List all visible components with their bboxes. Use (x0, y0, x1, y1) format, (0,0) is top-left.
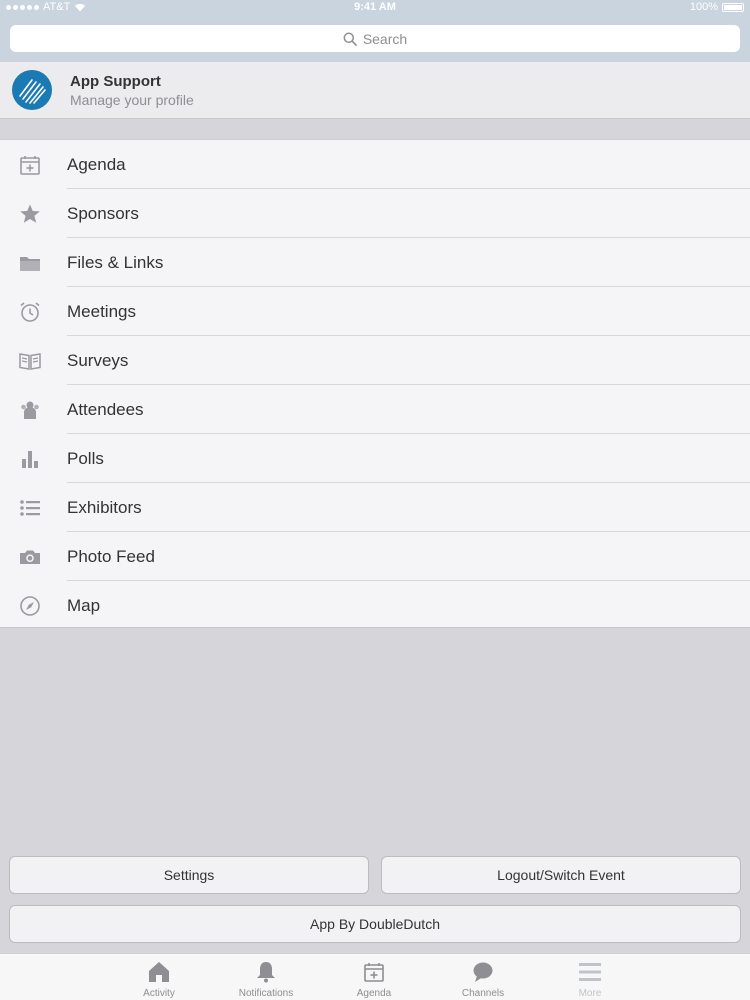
tab-more[interactable]: More (535, 954, 645, 1000)
menu-item-label: Files & Links (67, 253, 164, 272)
profile-subtitle: Manage your profile (70, 92, 194, 108)
app-by-doubledutch-button[interactable]: App By DoubleDutch (9, 905, 741, 943)
menu-item-label: Exhibitors (67, 498, 142, 517)
tab-label: Activity (143, 988, 175, 999)
alarm-clock-icon (20, 302, 40, 322)
search-bar: Search (0, 16, 750, 62)
tab-activity[interactable]: Activity (104, 954, 214, 1000)
list-icon (20, 500, 40, 516)
menu-lines-icon (579, 963, 601, 981)
menu-item-label: Meetings (67, 302, 136, 321)
menu-item-agenda[interactable]: Agenda (0, 140, 750, 189)
status-time: 9:41 AM (354, 1, 396, 13)
search-icon (343, 32, 357, 46)
doubledutch-logo-icon (19, 79, 46, 104)
menu-item-label: Surveys (67, 351, 129, 370)
logout-switch-event-button[interactable]: Logout/Switch Event (381, 856, 741, 894)
menu-item-label: Agenda (67, 155, 126, 174)
calendar-icon (364, 963, 384, 982)
menu-item-attendees[interactable]: Attendees (0, 385, 750, 434)
profile-row[interactable]: App Support Manage your profile (0, 62, 750, 119)
tab-agenda[interactable]: Agenda (319, 954, 429, 1000)
tab-label: Channels (461, 988, 505, 999)
main-menu: Agenda Sponsors Files & Links Meetings S… (0, 139, 750, 628)
menu-item-label: Sponsors (67, 204, 139, 223)
menu-item-label: Photo Feed (67, 547, 155, 566)
menu-item-sponsors[interactable]: Sponsors (0, 189, 750, 238)
search-input[interactable]: Search (10, 25, 740, 52)
menu-item-label: Attendees (67, 400, 144, 419)
tab-label: More (578, 988, 602, 999)
menu-item-exhibitors[interactable]: Exhibitors (0, 483, 750, 532)
avatar (12, 70, 52, 110)
bell-icon (257, 962, 275, 983)
status-right: 100% (690, 1, 744, 13)
settings-button[interactable]: Settings (9, 856, 369, 894)
tab-label: Agenda (356, 988, 392, 999)
calendar-icon (20, 156, 40, 175)
menu-item-label: Map (67, 596, 101, 615)
menu-item-photo-feed[interactable]: Photo Feed (0, 532, 750, 581)
chat-bubble-icon (473, 962, 493, 982)
camera-icon (20, 550, 40, 564)
menu-item-surveys[interactable]: Surveys (0, 336, 750, 385)
tab-notifications[interactable]: Notifications (211, 954, 321, 1000)
battery-icon (722, 2, 744, 12)
menu-item-polls[interactable]: Polls (0, 434, 750, 483)
home-icon (149, 962, 169, 982)
tab-channels[interactable]: Channels (428, 954, 538, 1000)
tab-label: Notifications (238, 988, 294, 999)
people-icon (21, 401, 39, 419)
open-book-icon (19, 353, 41, 370)
star-icon (20, 204, 40, 223)
status-bar: AT&T 9:41 AM 100% (0, 0, 750, 16)
battery-percent: 100% (689, 1, 718, 13)
compass-icon (20, 596, 40, 616)
profile-name: App Support (70, 73, 161, 90)
search-placeholder: Search (362, 30, 408, 47)
menu-item-label: Polls (67, 449, 104, 468)
tab-bar: Activity Notifications Agenda Channels M… (0, 953, 750, 1000)
folder-icon (20, 257, 40, 271)
menu-item-meetings[interactable]: Meetings (0, 287, 750, 336)
menu-item-map[interactable]: Map (0, 581, 750, 630)
bar-chart-icon (22, 451, 38, 468)
menu-item-files-links[interactable]: Files & Links (0, 238, 750, 287)
